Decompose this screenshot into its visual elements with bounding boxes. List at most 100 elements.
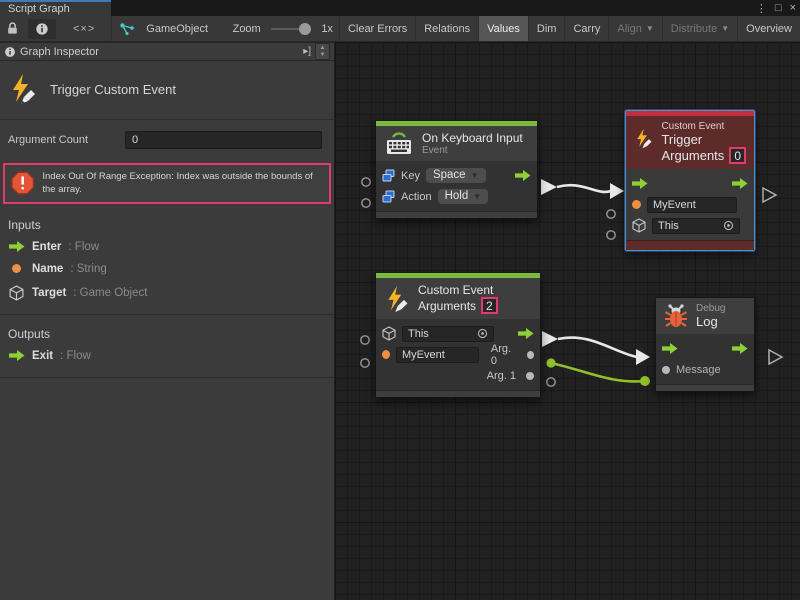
string-port[interactable] [632,200,641,209]
menu-icon[interactable]: ⋮ [756,2,767,15]
event-name-field[interactable]: MyEvent [396,347,479,363]
error-message-text: Index Out Of Range Exception: Index was … [42,170,323,197]
flow-in-port[interactable] [632,178,648,189]
node-custom-event[interactable]: Custom Event Arguments 2 This [375,272,541,398]
flow-out-port[interactable] [518,328,534,339]
action-label: Action [401,191,432,203]
flow-arrow-icon [8,241,25,252]
error-message-box: Index Out Of Range Exception: Index was … [3,163,331,204]
bug-icon [664,303,688,329]
inspector-toggle-button[interactable] [28,19,56,39]
arg1-label: Arg. 1 [487,370,516,382]
page-title: Trigger Custom Event [50,82,176,97]
gameobject-label[interactable]: GameObject [140,23,214,35]
target-field[interactable]: This [652,218,740,234]
overview-button[interactable]: Overview [737,16,800,42]
tab-script-graph[interactable]: Script Graph [0,0,111,16]
port-circle [362,199,370,207]
flow-wire-arrowhead [636,349,650,365]
gameobject-cube-icon[interactable] [632,218,646,233]
value-wire-dot [546,358,555,367]
target-field[interactable]: This [402,326,494,342]
custom-event-icon [384,285,410,313]
node-trigger-custom-event[interactable]: Custom Event Trigger Arguments 0 MyEvent [625,110,755,251]
event-name-field[interactable]: MyEvent [647,197,737,213]
keyboard-event-icon [384,131,414,156]
outputs-header: Outputs [0,317,334,345]
gameobject-cube-icon[interactable] [382,326,396,341]
node-category: Custom Event [661,121,746,132]
custom-event-icon [634,125,653,152]
key-input-icon [382,169,395,182]
message-port[interactable] [662,366,670,374]
zoom-label: Zoom [227,23,267,35]
object-picker-icon[interactable] [477,328,488,339]
argument-count-input[interactable] [125,131,322,149]
node-debug-log[interactable]: Debug Log Message [655,297,755,392]
chevron-down-icon: ▼ [473,192,481,201]
object-picker-icon[interactable] [723,220,734,231]
custom-event-icon [8,73,38,105]
action-dropdown[interactable]: Hold▼ [438,189,489,204]
toolbar: <×> GameObject Zoom 1x Clear Errors Rela… [0,16,800,42]
flow-out-port[interactable] [732,178,748,189]
inputs-header: Inputs [0,208,334,236]
unit-title-block: Trigger Custom Event [0,61,334,120]
flow-wire-start [541,179,557,195]
close-icon[interactable]: × [790,2,796,14]
key-dropdown[interactable]: Space▼ [426,168,486,183]
code-view-icon[interactable]: <×> [59,23,109,35]
lock-icon[interactable] [0,19,25,39]
string-port[interactable] [382,350,390,359]
info-icon [35,22,49,36]
zoom-slider-handle[interactable] [299,23,311,35]
spinner-down-icon[interactable]: ▼ [320,52,326,59]
chevron-down-icon: ▼ [721,24,729,33]
value-wire [551,363,645,381]
maximize-icon[interactable]: □ [775,2,782,14]
dock-panel-icon[interactable]: ▸] [299,46,315,57]
flow-in-port[interactable] [662,343,678,354]
flow-wire [558,338,637,357]
flow-wire-start [542,331,558,347]
tab-bar: Script Graph ⋮ □ × [0,0,800,16]
flow-out-port[interactable] [515,170,531,181]
flow-out-port[interactable] [732,343,748,354]
port-circle [607,231,615,239]
input-row-name: Name : String [0,258,334,280]
node-title: Custom Event [418,283,498,297]
zoom-slider[interactable] [271,16,312,42]
graph-inspector-header: Graph Inspector ▸] ▲ ▼ [0,42,334,61]
key-label: Key [401,170,420,182]
port-circle [547,378,555,386]
chevron-down-icon: ▼ [646,24,654,33]
align-button[interactable]: Align▼ [608,16,661,42]
spinner-up-icon[interactable]: ▲ [320,45,326,52]
node-on-keyboard-input[interactable]: On Keyboard Input Event Key Space▼ [375,120,538,219]
arguments-label: Arguments [418,299,476,313]
panel-spinner[interactable]: ▲ ▼ [315,43,330,60]
arguments-count-badge: 2 [481,297,498,314]
argument-count-row: Argument Count [0,120,334,159]
port-circle [361,336,369,344]
node-subtitle: Event [422,145,523,156]
relations-button[interactable]: Relations [415,16,478,42]
node-title: Trigger [661,132,746,147]
chevron-down-icon: ▼ [471,171,479,180]
carry-button[interactable]: Carry [564,16,608,42]
zoom-value: 1x [315,23,339,35]
script-graph-window: Script Graph ⋮ □ × <×> GameObject Zoom 1… [0,0,800,600]
port-circle [361,359,369,367]
flow-wire-arrowhead [610,183,624,199]
distribute-button[interactable]: Distribute▼ [662,16,737,42]
graph-gameobject-icon [114,19,140,39]
dim-button[interactable]: Dim [528,16,565,42]
graph-canvas[interactable]: On Keyboard Input Event Key Space▼ [335,42,800,600]
clear-errors-button[interactable]: Clear Errors [339,16,415,42]
arg0-port[interactable] [527,351,534,359]
arg1-port[interactable] [526,372,534,380]
values-button[interactable]: Values [478,16,528,42]
window-controls: ⋮ □ × [756,0,796,16]
message-label: Message [676,364,721,376]
node-category: Debug [696,303,725,314]
